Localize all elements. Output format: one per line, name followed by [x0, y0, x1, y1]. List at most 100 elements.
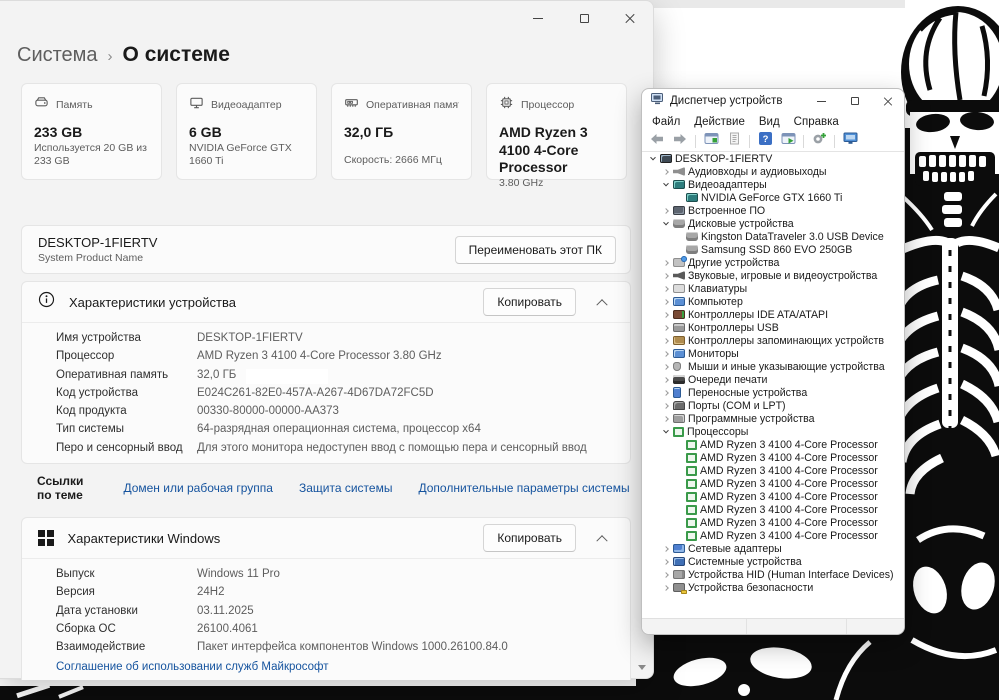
chevron-right-icon[interactable] [661, 558, 671, 565]
menu-item-3[interactable]: Вид [753, 115, 786, 129]
chevron-right-icon[interactable] [661, 571, 671, 578]
tree-item[interactable]: DESKTOP-1FIERTV [642, 152, 904, 165]
action-pane-button[interactable] [778, 133, 798, 150]
tree-item[interactable]: Очереди печати [642, 373, 904, 386]
device-specs-header[interactable]: Характеристики устройства Копировать [22, 282, 630, 323]
tree-item[interactable]: Устройства HID (Human Interface Devices) [642, 568, 904, 581]
summary-card[interactable]: Память 233 GB Используется 20 GB из 233 GB [21, 83, 162, 180]
device-monitor-button[interactable] [840, 132, 860, 150]
tree-item[interactable]: Контроллеры IDE ATA/ATAPI [642, 308, 904, 321]
tree-item-label: Контроллеры запоминающих устройств [688, 334, 884, 347]
tree-item[interactable]: Дисковые устройства [642, 217, 904, 230]
forward-button[interactable] [670, 133, 690, 150]
tree-item[interactable]: Порты (COM и LPT) [642, 399, 904, 412]
tree-item[interactable]: Звуковые, игровые и видеоустройства [642, 269, 904, 282]
tree-item[interactable]: Программные устройства [642, 412, 904, 425]
scan-hardware-button[interactable] [809, 133, 829, 150]
chevron-down-icon[interactable] [661, 180, 671, 187]
firmware-icon [673, 206, 685, 215]
help-icon: ? [758, 132, 772, 150]
tree-item[interactable]: AMD Ryzen 3 4100 4-Core Processor [642, 451, 904, 464]
tree-item[interactable]: AMD Ryzen 3 4100 4-Core Processor [642, 516, 904, 529]
help-button[interactable]: ? [755, 132, 775, 150]
minimize-button[interactable] [515, 1, 561, 35]
software-icon [673, 414, 685, 423]
tree-item[interactable]: Аудиовходы и аудиовыходы [642, 165, 904, 178]
tree-item[interactable]: Другие устройства [642, 256, 904, 269]
chevron-right-icon[interactable] [661, 415, 671, 422]
console-tree-button[interactable] [701, 133, 721, 150]
chevron-right-icon[interactable] [661, 298, 671, 305]
menu-item-1[interactable]: Файл [646, 115, 686, 129]
copy-device-specs-button[interactable]: Копировать [483, 288, 576, 316]
tree-item[interactable]: Системные устройства [642, 555, 904, 568]
services-agreement-link[interactable]: Соглашение об использовании служб Майкро… [56, 661, 329, 673]
collapse-chevron-icon[interactable] [596, 299, 608, 311]
tree-item[interactable]: Видеоадаптеры [642, 178, 904, 191]
chevron-right-icon[interactable] [661, 272, 671, 279]
chevron-right-icon[interactable] [661, 168, 671, 175]
rename-pc-button[interactable]: Переименовать этот ПК [454, 235, 616, 264]
back-button[interactable] [647, 133, 667, 150]
windows-specs-header[interactable]: Характеристики Windows Копировать [22, 518, 630, 559]
tree-item[interactable]: AMD Ryzen 3 4100 4-Core Processor [642, 529, 904, 542]
chevron-right-icon[interactable] [661, 337, 671, 344]
chevron-right-icon[interactable] [661, 584, 671, 591]
tree-item[interactable]: Устройства безопасности [642, 581, 904, 594]
tree-item[interactable]: NVIDIA GeForce GTX 1660 Ti [642, 191, 904, 204]
tree-item[interactable]: Мыши и иные указывающие устройства [642, 360, 904, 373]
summary-card[interactable]: Видеоадаптер 6 GB NVIDIA GeForce GTX 1660 … [176, 83, 317, 180]
tree-item[interactable]: Kingston DataTraveler 3.0 USB Device [642, 230, 904, 243]
chevron-right-icon[interactable] [661, 259, 671, 266]
related-link[interactable]: Домен или рабочая группа [123, 481, 273, 495]
related-link[interactable]: Защита системы [299, 481, 392, 495]
tree-item[interactable]: Встроенное ПО [642, 204, 904, 217]
breadcrumb-parent[interactable]: Система [17, 44, 98, 67]
summary-card-value: 32,0 ГБ [344, 124, 394, 140]
chevron-right-icon[interactable] [661, 285, 671, 292]
tree-item[interactable]: Сетевые адаптеры [642, 542, 904, 555]
chevron-right-icon[interactable] [661, 311, 671, 318]
tree-item[interactable]: Компьютер [642, 295, 904, 308]
minimize-button[interactable] [805, 89, 838, 113]
chevron-right-icon[interactable] [661, 363, 671, 370]
tree-item[interactable]: AMD Ryzen 3 4100 4-Core Processor [642, 464, 904, 477]
chevron-right-icon[interactable] [661, 350, 671, 357]
tree-item[interactable]: AMD Ryzen 3 4100 4-Core Processor [642, 438, 904, 451]
tree-item[interactable]: Контроллеры USB [642, 321, 904, 334]
tree-item[interactable]: Переносные устройства [642, 386, 904, 399]
summary-card[interactable]: Оперативная память 32,0 ГБ Скорость: 2666 … [331, 83, 472, 180]
menu-item-4[interactable]: Справка [788, 115, 845, 129]
chevron-right-icon[interactable] [661, 324, 671, 331]
chevron-right-icon[interactable] [661, 389, 671, 396]
scrollbar-down-arrow[interactable] [638, 665, 646, 670]
chevron-right-icon[interactable] [661, 207, 671, 214]
tree-item[interactable]: Samsung SSD 860 EVO 250GB [642, 243, 904, 256]
tree-item[interactable]: AMD Ryzen 3 4100 4-Core Processor [642, 503, 904, 516]
chevron-down-icon[interactable] [648, 154, 658, 161]
collapse-chevron-icon[interactable] [596, 535, 608, 547]
chevron-down-icon[interactable] [661, 427, 671, 434]
copy-windows-specs-button[interactable]: Копировать [483, 524, 576, 552]
close-button[interactable] [607, 1, 653, 35]
summary-card[interactable]: Процессор AMD Ryzen 3 4100 4-Core Process… [486, 83, 627, 189]
tree-item[interactable]: Контроллеры запоминающих устройств [642, 334, 904, 347]
sound-icon [673, 271, 685, 280]
maximize-button[interactable] [561, 1, 607, 35]
chevron-right-icon[interactable] [661, 545, 671, 552]
tree-item[interactable]: AMD Ryzen 3 4100 4-Core Processor [642, 477, 904, 490]
maximize-button[interactable] [838, 89, 871, 113]
chevron-down-icon[interactable] [661, 219, 671, 226]
close-button[interactable] [871, 89, 904, 113]
screen: { "colors": { "link": "#15539e", "window… [0, 0, 999, 700]
chevron-right-icon[interactable] [661, 402, 671, 409]
related-link[interactable]: Дополнительные параметры системы [418, 481, 629, 495]
menu-item-2[interactable]: Действие [688, 115, 751, 129]
tree-item[interactable]: Процессоры [642, 425, 904, 438]
tree-item[interactable]: Мониторы [642, 347, 904, 360]
tree-item[interactable]: AMD Ryzen 3 4100 4-Core Processor [642, 490, 904, 503]
tree-item[interactable]: Клавиатуры [642, 282, 904, 295]
mouse-icon [673, 362, 681, 371]
export-list-button[interactable] [724, 132, 744, 150]
chevron-right-icon[interactable] [661, 376, 671, 383]
